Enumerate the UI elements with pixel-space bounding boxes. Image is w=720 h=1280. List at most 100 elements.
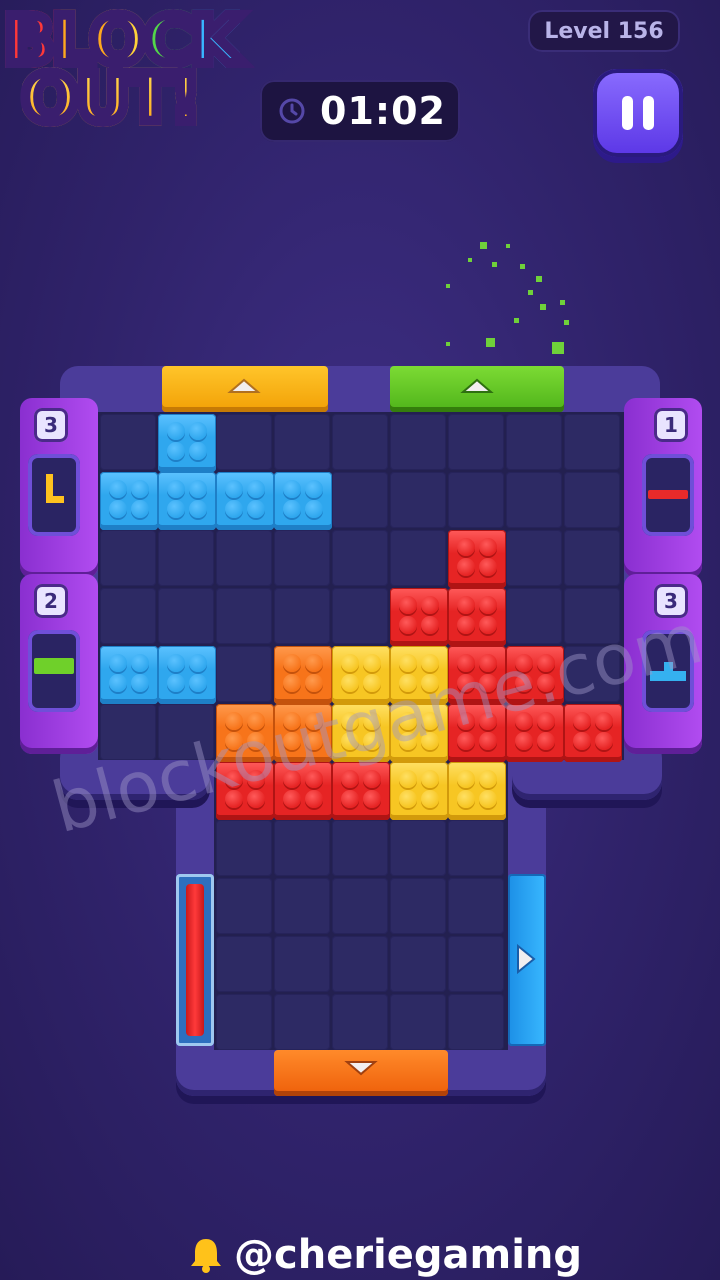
yellow-l-piece-icon [46, 474, 64, 503]
grid-cell [564, 530, 620, 586]
grid-cell [332, 588, 388, 644]
dispenser-left-bottom[interactable]: 2 [20, 574, 98, 754]
grid-cell [390, 414, 446, 470]
block-stud [247, 480, 265, 498]
block-stud [595, 732, 613, 750]
grid-cell [390, 878, 446, 934]
bell-icon [191, 1239, 221, 1273]
logo-line-out: OUT! [17, 55, 206, 142]
block-stud [305, 500, 323, 518]
particles [446, 242, 569, 354]
block-stud [457, 770, 475, 788]
dispenser-count: 1 [654, 408, 688, 442]
block-stud [109, 500, 127, 518]
arrow-up-icon [460, 378, 494, 393]
yellow-block-cell[interactable] [390, 762, 448, 820]
block-stud [167, 674, 185, 692]
grid-cell [506, 472, 562, 528]
block-stud [421, 770, 439, 788]
block-stud [363, 654, 381, 672]
block-stud [399, 596, 417, 614]
block-stud [283, 654, 301, 672]
block-stud [189, 654, 207, 672]
grid-cell [100, 530, 156, 586]
block-stud [131, 500, 149, 518]
grid-cell [158, 530, 214, 586]
block-stud [421, 790, 439, 808]
dispenser-count: 2 [34, 584, 68, 618]
blue-block-cell[interactable] [158, 414, 216, 472]
grid-cell [506, 530, 562, 586]
block-stud [109, 654, 127, 672]
grid-cell [390, 472, 446, 528]
grid-cell [506, 414, 562, 470]
block-stud [479, 770, 497, 788]
pause-icon [617, 96, 659, 130]
block-stud [399, 654, 417, 672]
block-stud [167, 500, 185, 518]
blue-block-cell[interactable] [158, 646, 216, 704]
grid-cell [332, 878, 388, 934]
block-stud [457, 790, 475, 808]
red-block-cell[interactable] [448, 588, 506, 646]
dispenser-right-top[interactable]: 1 [624, 398, 702, 578]
block-stud [283, 480, 301, 498]
block-stud [537, 732, 555, 750]
grid-cell [100, 414, 156, 470]
game-logo: BLOCK OUT! [0, 0, 270, 150]
red-block-cell[interactable] [448, 530, 506, 588]
dispenser-left-top[interactable]: 3 [20, 398, 98, 578]
blue-block-cell[interactable] [158, 472, 216, 530]
grid-cell [158, 588, 214, 644]
dispenser-window [28, 454, 80, 536]
block-stud [479, 596, 497, 614]
block-stud [109, 480, 127, 498]
block-stud [189, 674, 207, 692]
blue-block-cell[interactable] [100, 646, 158, 704]
block-stud [479, 538, 497, 556]
grid-cell [216, 994, 272, 1050]
dispenser-window [28, 630, 80, 712]
green-bar-piece-icon [34, 658, 74, 674]
timer: 01:02 [260, 80, 460, 142]
grid-cell [448, 994, 504, 1050]
dispenser-count: 3 [34, 408, 68, 442]
grid-cell [448, 472, 504, 528]
level-label: Level 156 [544, 18, 664, 44]
blue-block-cell[interactable] [274, 472, 332, 530]
block-stud [189, 422, 207, 440]
block-stud [341, 654, 359, 672]
grid-cell [274, 820, 330, 876]
block-stud [131, 654, 149, 672]
block-stud [283, 790, 301, 808]
arrow-right-icon [517, 943, 536, 975]
block-stud [363, 790, 381, 808]
grid-cell [564, 414, 620, 470]
blue-block-cell[interactable] [216, 472, 274, 530]
block-stud [363, 770, 381, 788]
credit-handle: @cheriegaming [234, 1232, 583, 1278]
block-stud [189, 442, 207, 460]
block-stud [167, 654, 185, 672]
block-stud [247, 500, 265, 518]
grid-cell [448, 878, 504, 934]
block-stud [189, 500, 207, 518]
grid-cell [332, 820, 388, 876]
grid-cell [332, 530, 388, 586]
grid-cell [390, 936, 446, 992]
red-block-cell[interactable] [390, 588, 448, 646]
block-stud [457, 538, 475, 556]
blue-block-cell[interactable] [100, 472, 158, 530]
grid-cell [216, 646, 272, 702]
grid-cell [216, 414, 272, 470]
timer-value: 01:02 [320, 89, 446, 133]
grid-cell [216, 530, 272, 586]
block-stud [457, 596, 475, 614]
pause-button[interactable] [593, 69, 683, 157]
yellow-block-cell[interactable] [448, 762, 506, 820]
block-stud [225, 480, 243, 498]
grid-cell [390, 530, 446, 586]
block-stud [283, 500, 301, 518]
grid-cell [448, 820, 504, 876]
grid-cell [390, 820, 446, 876]
